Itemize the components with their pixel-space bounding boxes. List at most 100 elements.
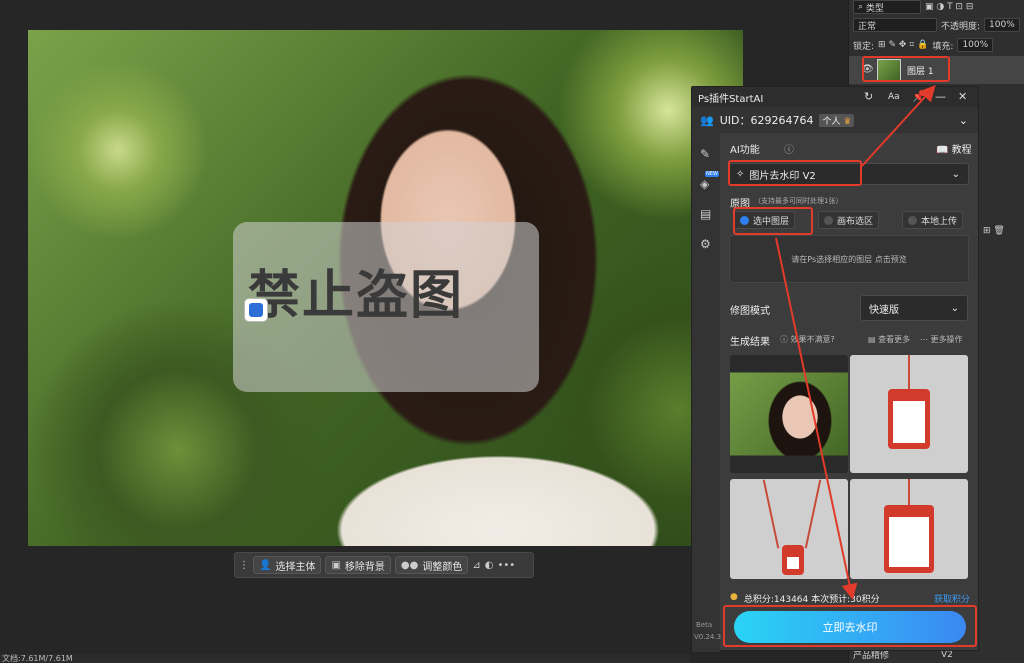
uid-label: UID： bbox=[719, 114, 751, 127]
more-actions-label: 更多操作 bbox=[930, 335, 963, 344]
image-icon: ▣ bbox=[331, 559, 341, 571]
refresh-icon[interactable]: ↻ bbox=[864, 90, 873, 103]
result-thumbnail[interactable] bbox=[730, 479, 848, 579]
radio-icon bbox=[824, 215, 833, 225]
source-hint: （支持最多可同时处理1张） bbox=[754, 197, 843, 205]
info-icon[interactable]: ⓘ bbox=[784, 141, 794, 156]
edit-icon[interactable]: ✎ bbox=[700, 147, 710, 161]
results-unsatisfied[interactable]: ⓘ 效果不满意? bbox=[780, 334, 835, 345]
beta-label: Beta bbox=[696, 621, 713, 629]
users-icon: 👥 bbox=[700, 113, 714, 127]
lock-label: 锁定: bbox=[853, 41, 875, 52]
preview-hint: 请在Ps选择相应的图层 点击预览 bbox=[791, 254, 907, 264]
remove-background-label: 移除背景 bbox=[344, 561, 385, 573]
tutorial-label: 教程 bbox=[951, 145, 972, 156]
total-points: 总积分:143464 本次预计:30积分 bbox=[743, 595, 880, 605]
account-type-badge: 个人 ♛ bbox=[819, 113, 855, 127]
annotation-box bbox=[723, 605, 977, 647]
fill-value: 100% bbox=[962, 40, 989, 50]
results-label: 生成结果 bbox=[730, 337, 770, 348]
opacity-label: 不透明度: bbox=[941, 21, 981, 32]
document-icon[interactable]: ▤ bbox=[700, 207, 711, 221]
bottom-item-version: V2 bbox=[941, 649, 953, 660]
remove-background-button[interactable]: ▣ 移除背景 bbox=[325, 556, 391, 574]
id-card bbox=[888, 389, 930, 449]
blend-mode-select[interactable]: 正常 bbox=[853, 18, 937, 32]
retouch-mode-value: 快速版 bbox=[869, 304, 899, 316]
lock-row: 锁定: ⊞ ✎ ✥ ⌗ 🔒 填充: 100% bbox=[853, 38, 994, 52]
layer-footer-icons[interactable]: ⊞ 🗑 bbox=[983, 226, 1005, 236]
chevron-down-icon: ⌄ bbox=[951, 168, 960, 180]
annotation-box bbox=[733, 207, 813, 235]
status-bar: 文档:7.61M/7.61M bbox=[0, 654, 690, 663]
ai-function-label: AI功能 bbox=[730, 145, 760, 156]
filter-icons[interactable]: ▣ ◑ T ⊡ ⊟ bbox=[925, 2, 973, 12]
blend-mode-value: 正常 bbox=[858, 21, 877, 32]
option-local-upload[interactable]: 本地上传 bbox=[902, 211, 964, 229]
drag-handle-icon[interactable]: ⋮ bbox=[239, 560, 249, 571]
minimize-icon[interactable]: — bbox=[935, 90, 946, 103]
person-icon: 👤 bbox=[259, 559, 272, 571]
canvas-image[interactable]: 禁止盗图 bbox=[28, 30, 743, 546]
id-card bbox=[782, 545, 804, 575]
preview-area[interactable]: 请在Ps选择相应的图层 点击预览 bbox=[729, 235, 969, 283]
search-icon: ⌕ bbox=[858, 2, 864, 12]
retouch-mode-select[interactable]: 快速版 ⌄ bbox=[860, 295, 968, 321]
more-icon[interactable]: ••• bbox=[497, 560, 515, 571]
color-icon: ●● bbox=[400, 559, 419, 571]
layer-filter-row: ⌕ 类型 ▣ ◑ T ⊡ ⊟ bbox=[853, 0, 973, 14]
close-icon[interactable]: ✕ bbox=[958, 90, 967, 103]
blend-row: 正常 不透明度: 100% bbox=[853, 18, 1020, 32]
annotation-box bbox=[862, 56, 950, 82]
coin-icon: ● bbox=[730, 592, 738, 602]
lanyard bbox=[908, 355, 910, 391]
font-icon[interactable]: Aa bbox=[888, 92, 900, 102]
opt-canvas-selection-label: 画布选区 bbox=[837, 216, 874, 227]
account-type: 个人 bbox=[822, 116, 841, 127]
lanyard bbox=[908, 479, 910, 507]
result-thumbnail[interactable] bbox=[730, 355, 848, 473]
id-card bbox=[884, 505, 934, 573]
version-label: V0.24.3 bbox=[694, 633, 722, 641]
lanyard bbox=[804, 479, 822, 549]
opt-local-upload-label: 本地上传 bbox=[921, 216, 958, 227]
select-subject-button[interactable]: 👤 选择主体 bbox=[253, 556, 322, 574]
points-line: ● 总积分:143464 本次预计:30积分 获取积分 bbox=[730, 592, 970, 605]
view-more-label: 查看更多 bbox=[878, 335, 911, 344]
tutorial-link[interactable]: 📖 教程 bbox=[936, 141, 972, 156]
plugin-sidebar: ✎ ◈ NEW ▤ ⚙ bbox=[692, 133, 720, 652]
fill-input[interactable]: 100% bbox=[957, 38, 994, 52]
contrast-icon[interactable]: ◐ bbox=[485, 560, 494, 571]
radio-icon bbox=[908, 215, 917, 225]
transform-icon[interactable]: ⊿ bbox=[472, 560, 480, 571]
lanyard bbox=[762, 479, 780, 549]
contextual-task-bar: ⋮ 👤 选择主体 ▣ 移除背景 ●● 调整颜色 ⊿ ◐ ••• bbox=[234, 552, 534, 578]
more-actions-link[interactable]: ⋯ 更多操作 bbox=[920, 334, 963, 345]
get-points-link[interactable]: 获取积分 bbox=[934, 592, 970, 605]
kind-filter-select[interactable]: ⌕ 类型 bbox=[853, 0, 921, 14]
pin-icon[interactable]: 📌 bbox=[912, 90, 926, 103]
option-canvas-selection[interactable]: 画布选区 bbox=[818, 211, 880, 229]
uid-value: 629264764 bbox=[750, 113, 814, 127]
result-thumbnail[interactable] bbox=[850, 355, 968, 473]
settings-icon[interactable]: ⚙ bbox=[700, 237, 711, 251]
result-thumbnail[interactable] bbox=[850, 479, 968, 579]
layers-icon[interactable]: ◈ bbox=[700, 177, 709, 191]
select-subject-label: 选择主体 bbox=[275, 561, 316, 573]
fill-label: 填充: bbox=[932, 41, 954, 52]
adjust-color-label: 调整颜色 bbox=[422, 561, 463, 573]
opacity-input[interactable]: 100% bbox=[984, 18, 1020, 32]
plugin-float-icon[interactable] bbox=[244, 298, 268, 322]
chevron-down-icon[interactable]: ⌄ bbox=[959, 114, 968, 127]
adjust-color-button[interactable]: ●● 调整颜色 bbox=[394, 556, 469, 574]
lock-icons[interactable]: ⊞ ✎ ✥ ⌗ 🔒 bbox=[878, 40, 928, 50]
opacity-value: 100% bbox=[989, 20, 1015, 30]
new-badge: NEW bbox=[705, 171, 719, 177]
account-bar: 👥 UID： 629264764 个人 ♛ ⌄ bbox=[692, 107, 978, 133]
view-more-link[interactable]: ▤ 查看更多 bbox=[868, 334, 910, 345]
annotation-box bbox=[728, 160, 862, 186]
retouch-mode-label: 修图模式 bbox=[730, 306, 770, 317]
plugin-title: Ps插件StartAI bbox=[698, 93, 764, 105]
chevron-down-icon: ⌄ bbox=[950, 302, 959, 314]
plugin-titlebar: Ps插件StartAI ↻ Aa 📌 — ✕ bbox=[692, 87, 978, 107]
